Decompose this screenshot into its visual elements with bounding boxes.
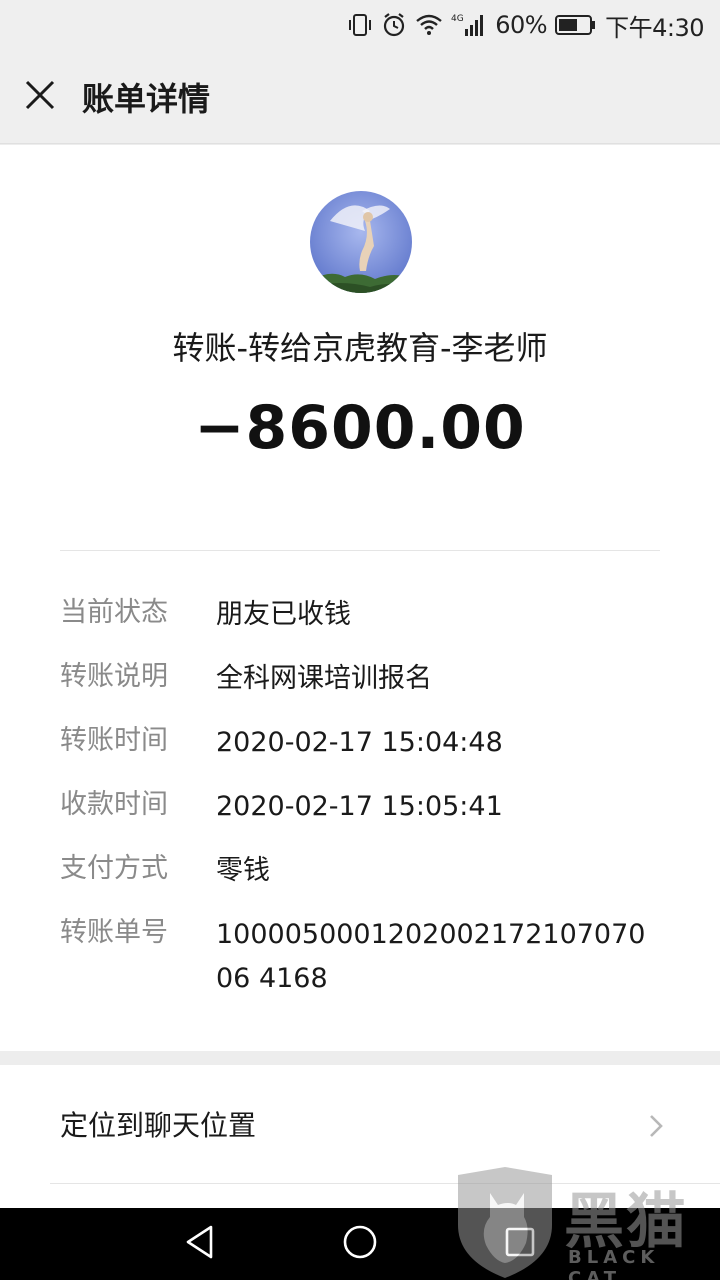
close-icon <box>24 79 56 115</box>
home-button[interactable] <box>280 1208 440 1280</box>
detail-label: 转账单号 <box>60 917 168 948</box>
nav-bar: 账单详情 <box>0 50 720 144</box>
chevron-right-icon <box>648 1113 664 1143</box>
locate-section: 定位到聊天位置 <box>0 1065 720 1208</box>
avatar <box>310 191 412 293</box>
detail-row-receive-time: 收款时间 2020-02-17 15:05:41 <box>60 785 660 829</box>
detail-value: 朋友已收钱 <box>216 599 351 630</box>
recents-square-icon <box>504 1226 536 1262</box>
back-button[interactable] <box>120 1208 280 1280</box>
divider <box>50 1183 720 1184</box>
close-button[interactable] <box>0 50 80 144</box>
detail-row-transfer-id: 转账单号 100005000120200217210707006 4168 <box>60 913 660 1001</box>
battery-icon <box>555 14 597 36</box>
detail-value: 2020-02-17 15:04:48 <box>216 727 503 758</box>
detail-label: 转账说明 <box>60 661 168 692</box>
locate-chat-label: 定位到聊天位置 <box>60 1109 257 1142</box>
divider <box>60 550 660 551</box>
detail-value[interactable]: 100005000120200217210707006 4168 <box>216 913 660 1001</box>
battery-percent: 60% <box>495 11 548 39</box>
locate-chat-button[interactable]: 定位到聊天位置 <box>0 1065 720 1183</box>
vibrate-icon <box>347 13 373 37</box>
page-title: 账单详情 <box>82 79 211 118</box>
recents-button[interactable] <box>440 1208 600 1280</box>
detail-row-status: 当前状态 朋友已收钱 <box>60 593 660 637</box>
detail-value: 2020-02-17 15:05:41 <box>216 791 503 822</box>
detail-row-note: 转账说明 全科网课培训报名 <box>60 657 660 701</box>
detail-label: 转账时间 <box>60 725 168 756</box>
detail-label: 收款时间 <box>60 789 168 820</box>
detail-label: 当前状态 <box>60 597 168 628</box>
detail-list: 当前状态 朋友已收钱 转账说明 全科网课培训报名 转账时间 2020-02-17… <box>60 593 660 1021</box>
detail-label: 支付方式 <box>60 853 168 884</box>
bill-card: 转账-转给京虎教育-李老师 −8600.00 当前状态 朋友已收钱 转账说明 全… <box>0 145 720 1051</box>
detail-value: 零钱 <box>216 855 270 886</box>
status-bar: 4G 60% 下午4:30 <box>0 0 720 50</box>
detail-row-transfer-time: 转账时间 2020-02-17 15:04:48 <box>60 721 660 765</box>
alarm-icon <box>381 12 407 38</box>
amount: −8600.00 <box>194 393 526 463</box>
detail-row-payment-method: 支付方式 零钱 <box>60 849 660 893</box>
detail-value: 全科网课培训报名 <box>216 663 432 694</box>
signal-icon: 4G <box>451 12 487 38</box>
system-nav-bar <box>0 1208 720 1280</box>
back-triangle-icon <box>183 1224 217 1264</box>
home-circle-icon <box>342 1224 378 1264</box>
wifi-icon <box>415 14 443 36</box>
network-type-label: 4G <box>451 14 464 24</box>
payee-name: 转账-转给京虎教育-李老师 <box>172 329 548 367</box>
clock: 下午4:30 <box>605 13 704 42</box>
